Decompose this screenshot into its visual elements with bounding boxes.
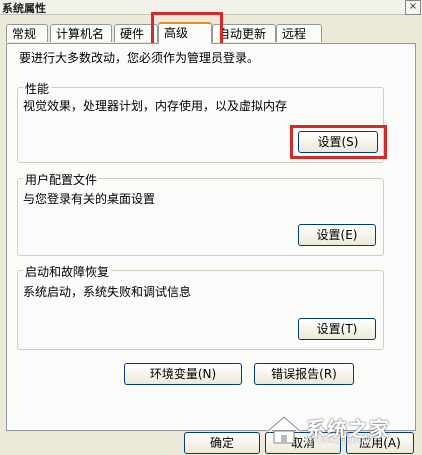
tab-general[interactable]: 常规 <box>6 24 48 42</box>
house-logo-icon <box>266 415 302 444</box>
user-profile-title: 用户配置文件 <box>23 171 100 188</box>
watermark-url: XITONGZHIJIA.NET <box>304 436 378 445</box>
performance-title: 性能 <box>23 80 52 97</box>
environment-variables-button[interactable]: 环境变量(N) <box>124 363 242 385</box>
performance-desc: 视觉效果，处理器计划，内存使用，以及虚拟内存 <box>23 99 288 113</box>
startup-recovery-group: 启动和故障恢复 系统启动，系统失败和调试信息 设置(T) <box>17 263 384 350</box>
startup-recovery-desc: 系统启动，系统失败和调试信息 <box>23 285 192 299</box>
ok-button[interactable]: 确定 <box>184 432 260 454</box>
highlight-performance-settings <box>290 125 387 159</box>
close-button[interactable]: × <box>405 0 421 15</box>
tab-computer-name[interactable]: 计算机名 <box>50 24 112 42</box>
user-profile-group: 用户配置文件 与您登录有关的桌面设置 设置(E) <box>17 171 384 256</box>
error-reporting-button[interactable]: 错误报告(R) <box>254 363 354 385</box>
user-profile-desc: 与您登录有关的桌面设置 <box>23 192 156 206</box>
admin-notice: 要进行大多数改动，您必须作为管理员登录。 <box>19 51 260 65</box>
watermark-logo: 系统之家 XITONGZHIJIA.NET <box>264 407 414 449</box>
window-title: 系统属性 <box>2 2 46 15</box>
tab-advanced[interactable]: 高级 <box>158 22 212 44</box>
user-profile-settings-button[interactable]: 设置(E) <box>298 224 376 246</box>
startup-recovery-title: 启动和故障恢复 <box>23 263 112 280</box>
startup-recovery-settings-button[interactable]: 设置(T) <box>298 318 376 340</box>
tab-remote[interactable]: 远程 <box>276 24 322 42</box>
